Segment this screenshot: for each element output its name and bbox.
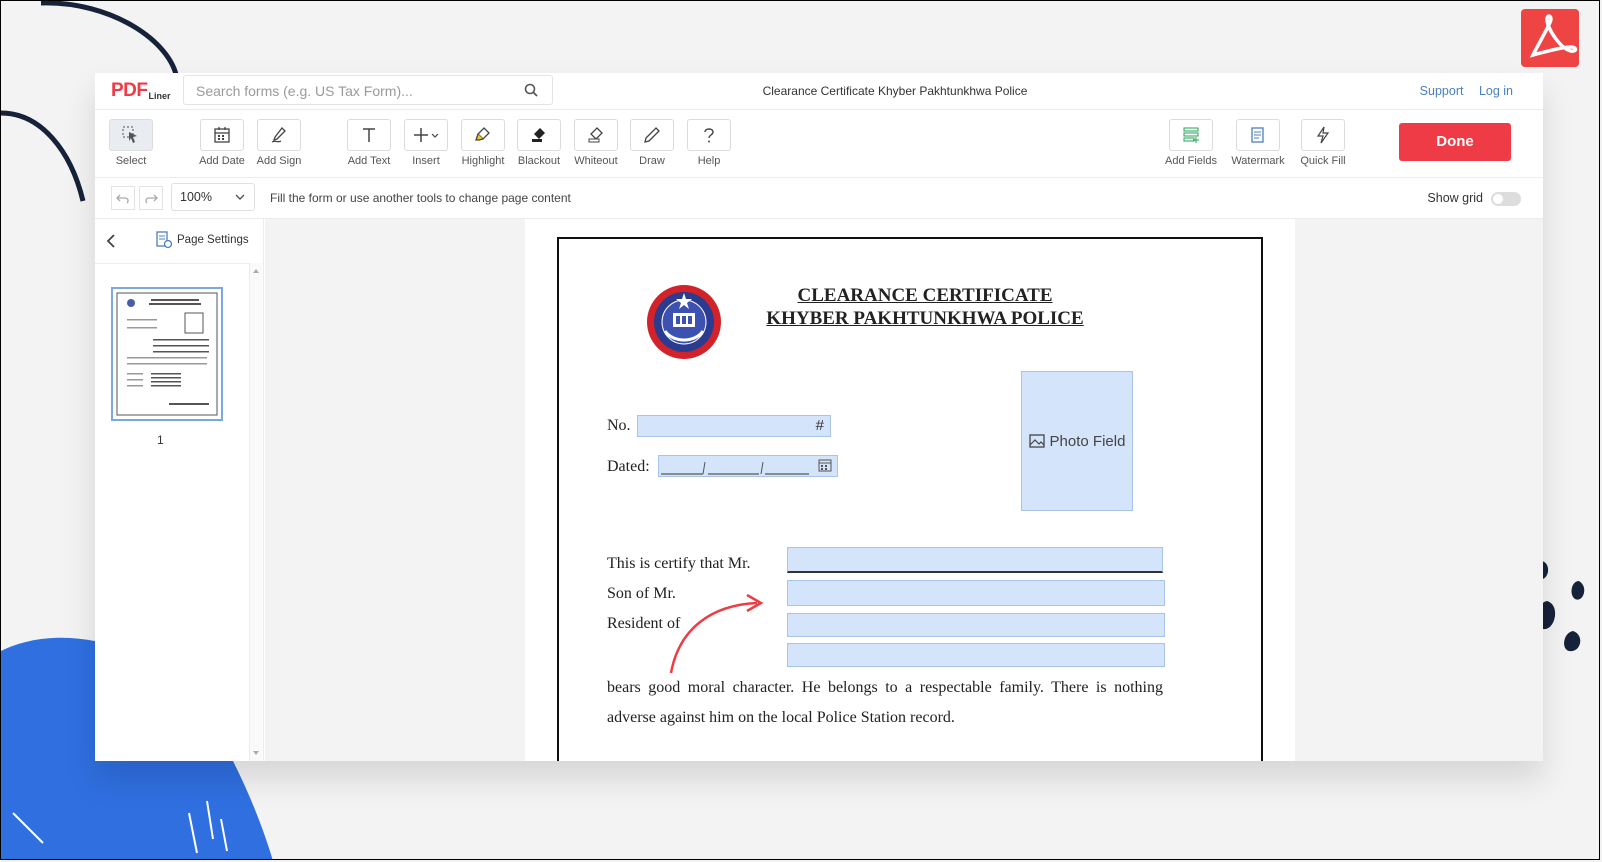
image-icon: [1028, 434, 1045, 448]
chevron-left-icon[interactable]: [105, 233, 117, 249]
hash-icon: #: [815, 417, 824, 434]
search-box: [183, 75, 553, 106]
tool-select[interactable]: Select: [101, 119, 161, 167]
page-thumbnail[interactable]: [111, 287, 223, 421]
undo-button[interactable]: [111, 186, 135, 210]
lightning-icon: [1316, 126, 1330, 144]
tool-label: Highlight: [461, 155, 505, 167]
page-number: 1: [157, 433, 164, 447]
tool-label: Add Text: [347, 155, 391, 167]
page-settings-button[interactable]: Page Settings: [155, 231, 249, 249]
zoom-select[interactable]: 100%: [171, 183, 255, 211]
brand-name: PDF: [111, 80, 148, 101]
tool-quick-fill[interactable]: Quick Fill: [1293, 119, 1353, 167]
login-link[interactable]: Log in: [1479, 84, 1513, 98]
date-field[interactable]: [658, 455, 838, 477]
page-settings-icon: [156, 231, 173, 249]
header-links: Support Log in: [1408, 73, 1513, 109]
tool-label: Watermark: [1231, 155, 1285, 167]
page-sidebar: Page Settings 1: [95, 219, 264, 761]
redo-icon: [145, 194, 158, 204]
hint-text: Fill the form or use another tools to ch…: [270, 191, 571, 205]
tool-label: Draw: [639, 155, 665, 167]
tool-label: Add Fields: [1165, 155, 1217, 167]
whiteout-icon: [588, 127, 603, 143]
tool-add-sign[interactable]: Add Sign: [249, 119, 309, 167]
signature-icon: [271, 127, 286, 143]
show-grid-label: Show grid: [1427, 191, 1483, 205]
date-field-slots: [661, 459, 832, 475]
scroll-arrows-icon: [253, 269, 259, 755]
tool-add-date[interactable]: Add Date: [192, 119, 252, 167]
name-field[interactable]: [787, 547, 1163, 573]
annotation-arrow-icon: [669, 593, 764, 674]
search-icon[interactable]: [524, 83, 538, 97]
done-button[interactable]: Done: [1399, 123, 1511, 161]
watermark-icon: [1251, 127, 1264, 143]
page-thumbnail-preview: [116, 292, 218, 416]
tool-insert[interactable]: Insert: [396, 119, 456, 167]
support-link[interactable]: Support: [1420, 84, 1464, 98]
tool-label: Whiteout: [574, 155, 618, 167]
undo-icon: [116, 194, 129, 204]
tool-label: Insert: [412, 155, 440, 167]
blackout-icon: [532, 128, 545, 142]
photo-field-label: Photo Field: [1049, 432, 1126, 450]
number-field[interactable]: #: [637, 415, 831, 437]
fields-icon: [1183, 127, 1199, 143]
tool-blackout[interactable]: Blackout: [509, 119, 569, 167]
top-bar: PDF Liner Clearance Certificate Khyber P…: [95, 73, 1543, 110]
redo-button[interactable]: [139, 186, 163, 210]
tool-add-text[interactable]: Add Text: [339, 119, 399, 167]
certificate-paragraph: bears good moral character. He belongs t…: [607, 679, 1163, 726]
search-input[interactable]: [194, 76, 518, 106]
zoom-value: 100%: [180, 190, 212, 204]
calendar-icon: [214, 127, 230, 143]
show-grid-toggle[interactable]: [1491, 192, 1521, 206]
plus-icon: [414, 128, 439, 142]
sub-toolbar: 100% Fill the form or use another tools …: [95, 178, 1543, 219]
tool-add-fields[interactable]: Add Fields: [1161, 119, 1221, 167]
photo-field[interactable]: Photo Field: [1021, 371, 1133, 511]
tool-label: Select: [115, 155, 147, 167]
dated-label: Dated:: [607, 458, 650, 475]
toolbar: Select Add Date Add Sign Add Text Insert…: [95, 109, 1543, 178]
pen-icon: [644, 127, 660, 143]
sidebar-scrollbar[interactable]: [249, 263, 262, 761]
sidebar-header: Page Settings: [95, 219, 263, 264]
tool-watermark[interactable]: Watermark: [1228, 119, 1288, 167]
pdf-editor-window: PDF Liner Clearance Certificate Khyber P…: [95, 73, 1543, 761]
pdfliner-logo[interactable]: PDF Liner: [111, 79, 171, 103]
tool-help[interactable]: Help: [679, 119, 739, 167]
residence-field-1[interactable]: [787, 613, 1165, 637]
document-title: Clearance Certificate Khyber Pakhtunkhwa…: [762, 84, 1028, 98]
no-label: No.: [607, 417, 631, 434]
adobe-pdf-logo-icon: [1521, 9, 1579, 67]
brand-sub: Liner: [148, 91, 171, 101]
tool-draw[interactable]: Draw: [622, 119, 682, 167]
certificate-title-line-2: KHYBER PAKHTUNKHWA POLICE: [766, 308, 1084, 329]
certify-label: This is certify that Mr.: [607, 555, 751, 572]
tool-label: Add Date: [199, 155, 245, 167]
document-page: CLEARANCE CERTIFICATE KHYBER PAKHTUNKHWA…: [525, 219, 1295, 761]
tool-whiteout[interactable]: Whiteout: [566, 119, 626, 167]
help-icon: [704, 128, 714, 143]
residence-field-2[interactable]: [787, 643, 1165, 667]
tool-highlight[interactable]: Highlight: [453, 119, 513, 167]
tool-label: Quick Fill: [1300, 155, 1346, 167]
page-settings-label: Page Settings: [177, 234, 249, 246]
tool-label: Add Sign: [256, 155, 302, 167]
certificate-title-line-1: CLEARANCE CERTIFICATE: [797, 285, 1053, 306]
chevron-down-icon: [235, 194, 245, 200]
cursor-select-icon: [122, 126, 137, 143]
tool-label: Blackout: [517, 155, 561, 167]
father-name-field[interactable]: [787, 580, 1165, 606]
highlighter-icon: [475, 127, 490, 141]
document-canvas: CLEARANCE CERTIFICATE KHYBER PAKHTUNKHWA…: [265, 219, 1543, 761]
text-icon: [363, 128, 375, 142]
tool-label: Help: [697, 155, 721, 167]
screenshot-frame: PDF Liner Clearance Certificate Khyber P…: [0, 0, 1600, 860]
